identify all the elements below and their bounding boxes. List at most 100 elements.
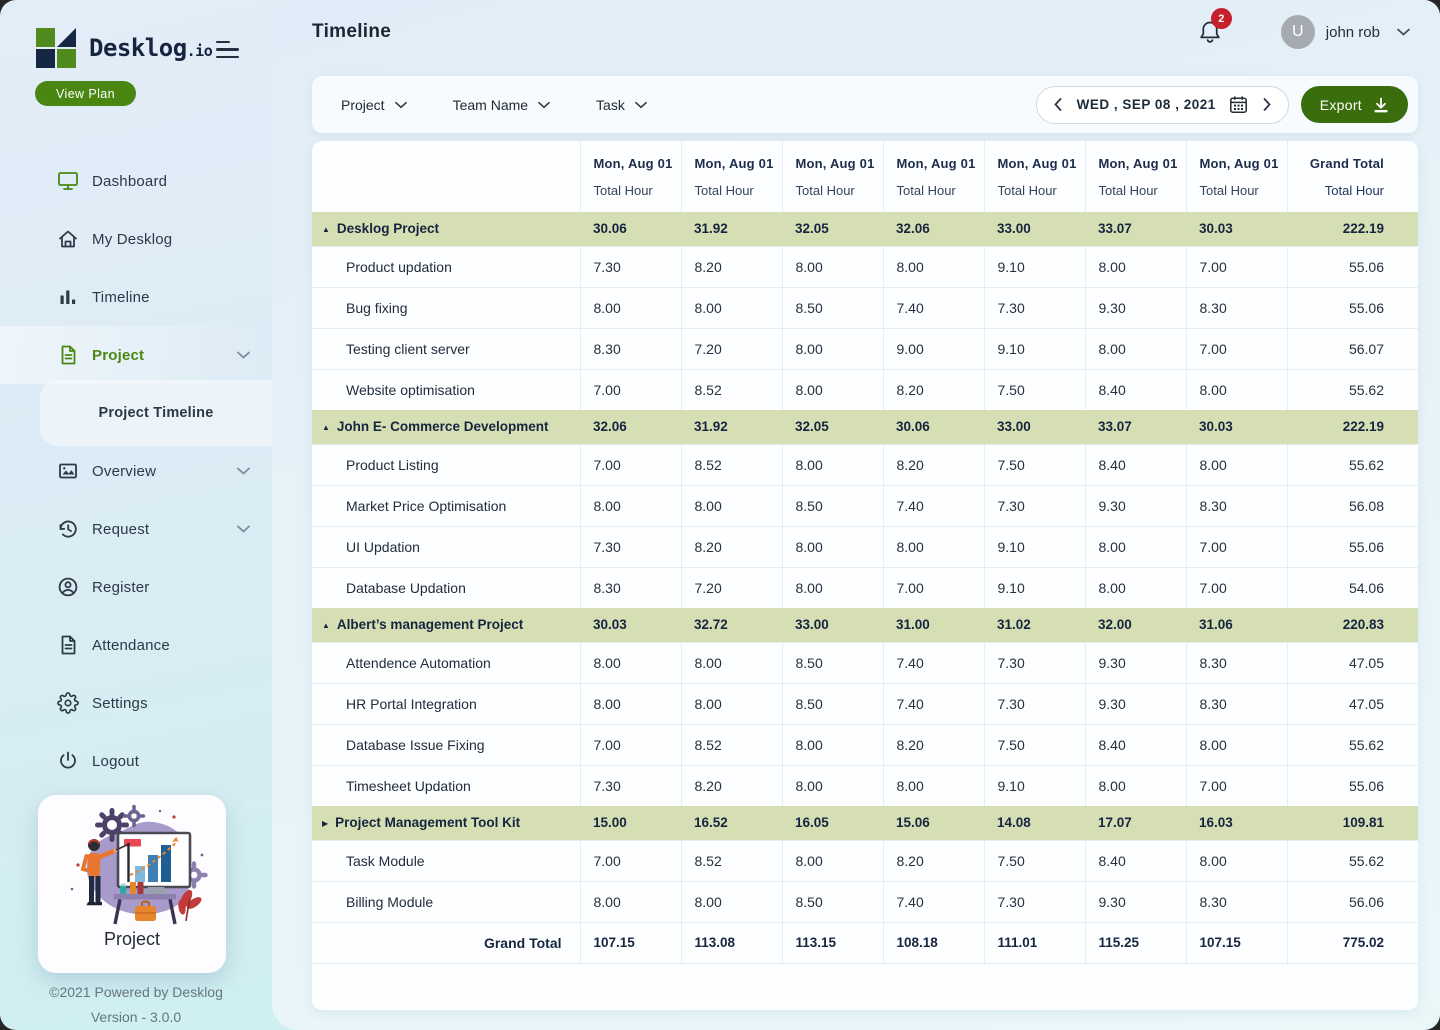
hours-cell: 8.00 <box>883 526 984 567</box>
task-row: Database Issue Fixing7.008.528.008.207.5… <box>312 724 1418 765</box>
hours-cell: 8.40 <box>1085 724 1186 765</box>
grand-total-cell: 47.05 <box>1287 683 1418 724</box>
previous-day-button[interactable] <box>1052 96 1064 113</box>
sidebar-item-label: Request <box>92 521 149 538</box>
hours-cell: 8.00 <box>580 683 681 724</box>
task-row: Attendence Automation8.008.008.507.407.3… <box>312 642 1418 683</box>
grand-total-label: Grand Total <box>312 922 580 963</box>
logo-square <box>57 49 76 68</box>
sidebar-item-register[interactable]: Register <box>0 558 272 616</box>
logo-square <box>36 49 55 68</box>
header-empty-cell <box>312 141 580 212</box>
sidebar-item-dashboard[interactable]: Dashboard <box>0 152 272 210</box>
task-filter-dropdown[interactable]: Task <box>596 97 647 113</box>
hours-cell: 7.00 <box>883 567 984 608</box>
current-date-label: WED , SEP 08 , 2021 <box>1077 97 1216 112</box>
chevron-down-icon <box>538 101 550 109</box>
sidebar-item-my-desklog[interactable]: My Desklog <box>0 210 272 268</box>
project-group-name: ▶Project Management Tool Kit <box>312 806 580 840</box>
hours-cell: 113.08 <box>681 922 782 963</box>
avatar: U <box>1281 15 1315 49</box>
hours-cell: 8.00 <box>580 881 681 922</box>
user-menu[interactable]: U john rob <box>1281 15 1410 49</box>
sidebar-collapse-icon[interactable] <box>216 41 240 58</box>
hours-cell: 31.00 <box>883 608 984 642</box>
hours-cell: 9.30 <box>1085 485 1186 526</box>
sidebar-item-request[interactable]: Request <box>0 500 272 558</box>
calendar-icon[interactable] <box>1229 95 1248 114</box>
hours-cell: 8.20 <box>681 246 782 287</box>
sidebar-item-label: Attendance <box>92 637 170 654</box>
sidebar-item-timeline[interactable]: Timeline <box>0 268 272 326</box>
view-plan-button[interactable]: View Plan <box>35 81 136 106</box>
hours-cell: 8.00 <box>681 642 782 683</box>
task-name: Timesheet Updation <box>312 765 580 806</box>
hours-cell: 7.00 <box>580 724 681 765</box>
project-group-row[interactable]: ▲Desklog Project30.0631.9232.0532.0633.0… <box>312 212 1418 246</box>
next-day-button[interactable] <box>1261 96 1273 113</box>
project-group-name: ▲Albert’s management Project <box>312 608 580 642</box>
table-header-row: Mon, Aug 01Total Hour Mon, Aug 01Total Ho… <box>312 141 1418 212</box>
hours-cell: 7.00 <box>1186 526 1287 567</box>
hours-cell: 7.30 <box>984 881 1085 922</box>
main-header: Timeline 2 U john rob <box>272 0 1440 64</box>
hours-cell: 8.00 <box>1085 246 1186 287</box>
collapse-icon[interactable]: ▲ <box>322 423 330 432</box>
project-group-row[interactable]: ▶Project Management Tool Kit15.0016.5216… <box>312 806 1418 840</box>
hours-cell: 8.00 <box>681 485 782 526</box>
task-name: Product updation <box>312 246 580 287</box>
day-column-header: Mon, Aug 01Total Hour <box>580 141 681 212</box>
export-button[interactable]: Export <box>1301 86 1408 123</box>
sidebar-subitem-project-timeline[interactable]: Project Timeline <box>40 380 272 446</box>
team-name-filter-dropdown[interactable]: Team Name <box>453 97 550 113</box>
sidebar-item-project[interactable]: Project <box>0 326 272 384</box>
project-filter-dropdown[interactable]: Project <box>341 97 407 113</box>
task-name: Database Issue Fixing <box>312 724 580 765</box>
notification-badge: 2 <box>1211 8 1232 29</box>
hours-cell: 31.02 <box>984 608 1085 642</box>
grand-total-cell: 55.06 <box>1287 765 1418 806</box>
hours-cell: 107.15 <box>580 922 681 963</box>
sidebar-item-logout[interactable]: Logout <box>0 732 272 790</box>
chevron-down-icon <box>635 101 647 109</box>
day-column-header: Mon, Aug 01Total Hour <box>883 141 984 212</box>
sidebar-item-overview[interactable]: Overview <box>0 442 272 500</box>
hours-cell: 8.50 <box>782 683 883 724</box>
collapse-icon[interactable]: ▲ <box>322 225 330 234</box>
hours-cell: 7.50 <box>984 369 1085 410</box>
project-group-row[interactable]: ▲Albert’s management Project30.0332.7233… <box>312 608 1418 642</box>
expand-icon[interactable]: ▶ <box>322 819 328 828</box>
hours-cell: 15.06 <box>883 806 984 840</box>
hours-cell: 7.30 <box>984 485 1085 526</box>
hours-cell: 8.00 <box>580 485 681 526</box>
hours-cell: 33.00 <box>782 608 883 642</box>
sidebar-item-label: Overview <box>92 463 156 480</box>
grand-total-cell: 55.62 <box>1287 724 1418 765</box>
hours-cell: 7.30 <box>580 765 681 806</box>
power-icon <box>57 750 79 772</box>
hours-cell: 8.52 <box>681 444 782 485</box>
timesheet-card: Mon, Aug 01Total Hour Mon, Aug 01Total Ho… <box>312 141 1418 1010</box>
chevron-down-icon <box>395 101 407 109</box>
sidebar-item-settings[interactable]: Settings <box>0 674 272 732</box>
grand-total-row: Grand Total107.15113.08113.15108.18111.0… <box>312 922 1418 963</box>
task-name: Market Price Optimisation <box>312 485 580 526</box>
hours-cell: 31.06 <box>1186 608 1287 642</box>
history-icon <box>57 518 79 540</box>
sidebar-item-attendance[interactable]: Attendance <box>0 616 272 674</box>
hours-cell: 8.00 <box>580 642 681 683</box>
grand-total-cell: 47.05 <box>1287 642 1418 683</box>
hours-cell: 8.20 <box>883 369 984 410</box>
task-name: Testing client server <box>312 328 580 369</box>
user-circle-icon <box>57 576 79 598</box>
home-icon <box>57 228 79 250</box>
hours-cell: 7.50 <box>984 444 1085 485</box>
grand-total-cell: 55.62 <box>1287 444 1418 485</box>
collapse-icon[interactable]: ▲ <box>322 621 330 630</box>
task-name: Website optimisation <box>312 369 580 410</box>
notification-bell-button[interactable]: 2 <box>1197 18 1223 46</box>
project-group-row[interactable]: ▲John E- Commerce Development32.0631.923… <box>312 410 1418 444</box>
hours-cell: 30.03 <box>580 608 681 642</box>
hours-cell: 33.00 <box>984 410 1085 444</box>
project-illustration-card: Project <box>38 795 226 973</box>
